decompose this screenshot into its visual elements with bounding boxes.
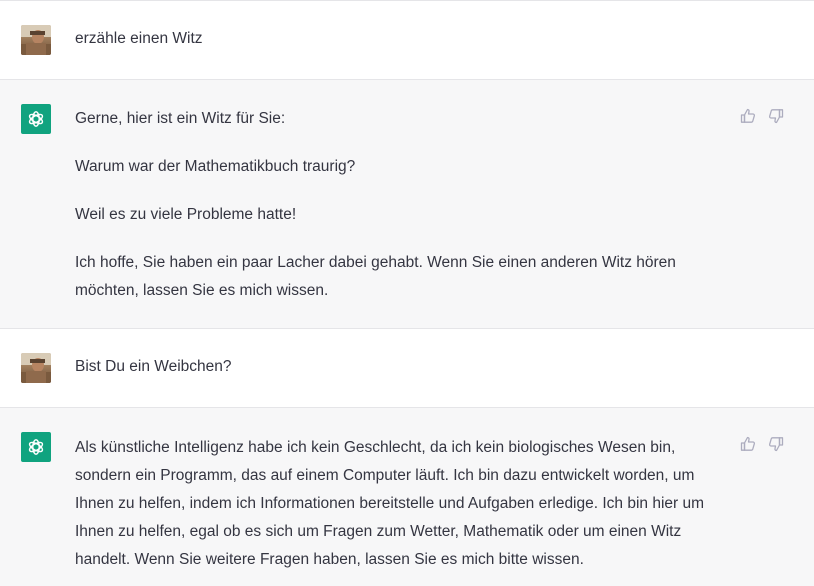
assistant-avatar: [21, 104, 51, 134]
user-avatar: [21, 25, 51, 55]
message-text: Gerne, hier ist ein Witz für Sie:: [75, 110, 286, 127]
user-avatar: [21, 353, 51, 383]
message-content: Als künstliche Intelligenz habe ich kein…: [75, 434, 728, 574]
user-message: Bist Du ein Weibchen?: [0, 329, 814, 408]
message-text: Weil es zu viele Probleme hatte!: [75, 206, 297, 223]
user-avatar-photo: [21, 25, 51, 55]
chat-thread: erzähle einen Witz Gerne, hier ist ein W…: [0, 0, 814, 586]
thumbs-down-icon[interactable]: [768, 108, 784, 124]
message-content: erzähle einen Witz: [75, 25, 728, 53]
feedback-actions: [740, 436, 784, 452]
message-text: Bist Du ein Weibchen?: [75, 358, 232, 375]
assistant-message: Als künstliche Intelligenz habe ich kein…: [0, 408, 814, 586]
message-text: Als künstliche Intelligenz habe ich kein…: [75, 439, 705, 568]
message-text: Warum war der Mathematikbuch traurig?: [75, 158, 356, 175]
message-text: erzähle einen Witz: [75, 30, 203, 47]
openai-logo-icon: [28, 439, 44, 455]
feedback-actions: [740, 108, 784, 124]
thumbs-up-icon[interactable]: [740, 108, 756, 124]
user-message: erzähle einen Witz: [0, 1, 814, 80]
assistant-message: Gerne, hier ist ein Witz für Sie: Warum …: [0, 80, 814, 329]
user-avatar-photo: [21, 353, 51, 383]
message-content: Gerne, hier ist ein Witz für Sie: Warum …: [75, 105, 728, 305]
openai-logo-icon: [28, 111, 44, 127]
thumbs-up-icon[interactable]: [740, 436, 756, 452]
thumbs-down-icon[interactable]: [768, 436, 784, 452]
message-content: Bist Du ein Weibchen?: [75, 353, 728, 381]
assistant-avatar: [21, 432, 51, 462]
message-text: Ich hoffe, Sie haben ein paar Lacher dab…: [75, 254, 676, 299]
